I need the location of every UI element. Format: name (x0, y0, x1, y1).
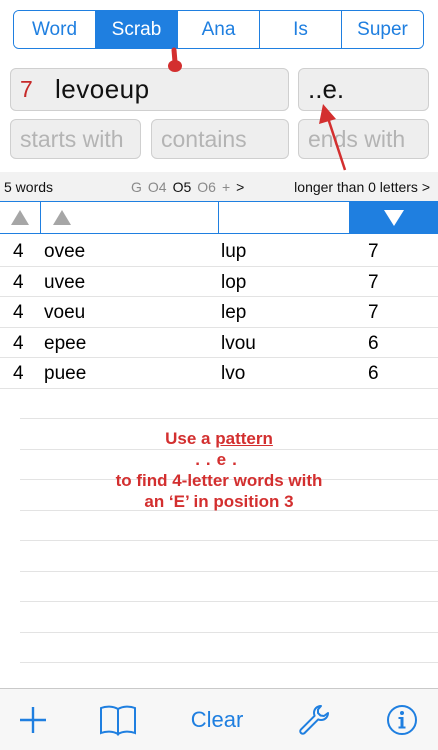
longer-than-label: longer than 0 letters (294, 178, 418, 195)
word-score: 6 (368, 363, 379, 384)
pattern-value: ..e. (308, 74, 345, 104)
option-g[interactable]: G (131, 179, 142, 195)
letters-input[interactable]: 7 levoeup (10, 68, 289, 111)
word-count: 5 words (4, 178, 54, 195)
sort-word-header[interactable] (41, 202, 219, 233)
word-length: 4 (13, 332, 24, 354)
table-row[interactable]: 4 ovee lup 7 (0, 236, 438, 267)
annotation-line-4: an ‘E’ in position 3 (144, 492, 294, 511)
word: puee (44, 363, 87, 384)
sort-length-header[interactable] (0, 202, 41, 233)
leftover-letters: lvo (221, 363, 246, 384)
column-header (0, 201, 438, 234)
empty-row (20, 511, 438, 541)
table-row[interactable]: 4 puee lvo 6 (0, 358, 438, 389)
annotation-pattern: ..e. (195, 450, 243, 469)
plus-icon (20, 707, 46, 733)
add-button[interactable] (16, 703, 50, 737)
sort-up-icon (53, 210, 71, 225)
table-row[interactable]: 4 epee lvou 6 (0, 328, 438, 358)
leftover-letters: lvou (221, 332, 256, 354)
option-plus[interactable]: + (222, 179, 230, 195)
word-score: 7 (368, 241, 379, 262)
info-icon (387, 705, 417, 735)
tab-word[interactable]: Word (14, 11, 96, 48)
annotation-prefix: Use a (165, 429, 216, 448)
word-score: 7 (368, 302, 379, 323)
options-chevron-icon[interactable]: > (236, 179, 244, 195)
tab-ana[interactable]: Ana (178, 11, 260, 48)
sort-score-header[interactable] (350, 202, 438, 233)
option-o4[interactable]: O4 (148, 179, 167, 195)
tab-super[interactable]: Super (342, 11, 423, 48)
empty-row (20, 633, 438, 663)
starts-with-input[interactable]: starts with (10, 119, 141, 159)
contains-input[interactable]: contains (151, 119, 289, 159)
word: uvee (44, 271, 86, 293)
dictionary-button[interactable] (98, 703, 138, 737)
mode-segmented-control: Word Scrab Ana Is Super (13, 10, 424, 49)
empty-row (20, 602, 438, 633)
settings-button[interactable] (296, 703, 332, 737)
annotation-line-1: Use a pattern (0, 428, 438, 449)
book-icon (100, 705, 136, 736)
word-score: 7 (368, 271, 379, 293)
word-length: 4 (13, 271, 24, 293)
empty-row (20, 572, 438, 602)
letters-value: levoeup (55, 74, 150, 104)
info-button[interactable] (385, 703, 419, 737)
annotation-callout: Use a pattern ..e. to find 4-letter word… (0, 428, 438, 512)
bottom-toolbar: Clear (0, 688, 438, 750)
sort-leftover-header[interactable] (219, 202, 350, 233)
annotation-line-3: to find 4-letter words with (115, 471, 323, 490)
word-length: 4 (13, 363, 24, 384)
leftover-letters: lup (221, 241, 247, 262)
sort-down-icon (384, 209, 404, 226)
pattern-input[interactable]: ..e. (298, 68, 429, 111)
empty-row (20, 541, 438, 572)
word: voeu (44, 302, 86, 323)
ends-with-input[interactable]: ends with (298, 119, 429, 159)
word: epee (44, 332, 87, 354)
tab-scrab[interactable]: Scrab (96, 11, 178, 48)
tab-is[interactable]: Is (260, 11, 342, 48)
table-row[interactable]: 4 uvee lop 7 (0, 267, 438, 297)
sort-up-icon (11, 210, 29, 225)
leftover-letters: lep (221, 302, 247, 323)
leftover-letters: lop (221, 271, 247, 293)
wrench-icon (299, 705, 329, 735)
longer-than-selector[interactable]: longer than 0 letters > (294, 179, 430, 195)
word-length: 4 (13, 302, 24, 323)
status-bar: 5 words G O4 O5 O6 + > longer than 0 let… (0, 172, 438, 201)
option-toggles[interactable]: G O4 O5 O6 + > (131, 179, 244, 195)
option-o5[interactable]: O5 (173, 179, 192, 195)
longer-chevron-icon: > (421, 178, 430, 195)
word-score: 6 (368, 332, 379, 354)
table-row[interactable]: 4 voeu lep 7 (0, 297, 438, 328)
empty-row (20, 389, 438, 419)
word: ovee (44, 241, 86, 262)
word-length: 4 (13, 241, 24, 262)
clear-button[interactable]: Clear (185, 703, 249, 737)
annotation-emphasis: pattern (215, 429, 273, 448)
letter-count: 7 (20, 76, 33, 102)
option-o6[interactable]: O6 (197, 179, 216, 195)
